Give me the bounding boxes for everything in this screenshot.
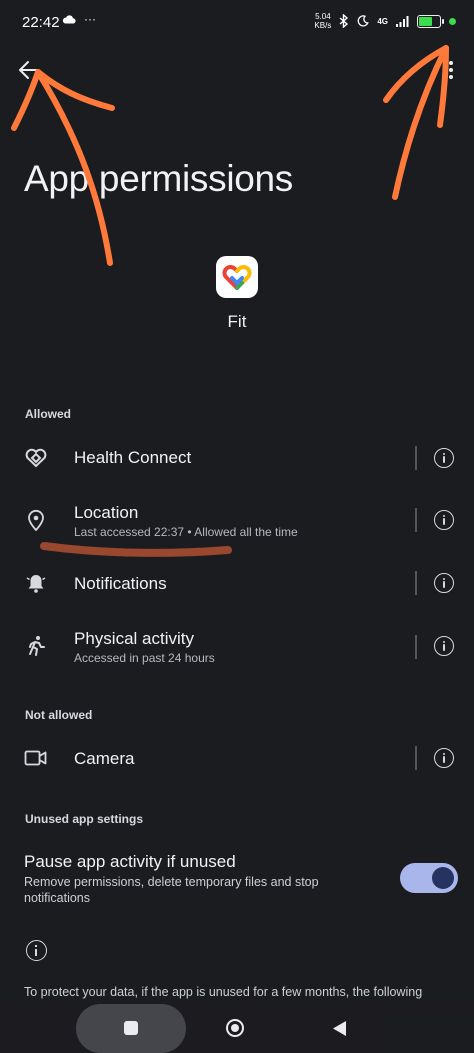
bell-icon <box>24 571 48 595</box>
row-divider <box>415 746 417 770</box>
more-options-icon[interactable] <box>447 60 455 80</box>
info-icon[interactable] <box>434 448 454 468</box>
home-circle-icon[interactable] <box>226 1019 244 1037</box>
info-icon <box>26 940 47 961</box>
toggle-knob <box>432 867 454 889</box>
redaction-mark <box>40 542 232 557</box>
permission-row-location[interactable]: Location Last accessed 22:37 • Allowed a… <box>0 500 474 546</box>
battery-icon <box>417 14 444 28</box>
permission-row-notifications[interactable]: Notifications <box>0 566 474 606</box>
fit-heart-icon <box>222 265 252 290</box>
info-icon[interactable] <box>434 510 454 530</box>
permission-subtitle: Accessed in past 24 hours <box>74 651 215 665</box>
status-time: 22:42 <box>22 14 60 31</box>
app-name: Fit <box>227 312 247 331</box>
status-left-icons: ··· <box>62 12 96 26</box>
location-pin-icon <box>24 508 48 532</box>
privacy-indicator-dot <box>449 17 456 25</box>
row-divider <box>415 635 417 659</box>
status-right-icons: 5.04 KB/s 4G <box>314 12 456 30</box>
info-icon[interactable] <box>434 573 454 593</box>
recents-square-icon[interactable] <box>124 1021 138 1035</box>
more-notifications-icon: ··· <box>84 12 96 26</box>
info-icon[interactable] <box>434 748 454 768</box>
running-figure-icon <box>24 634 48 658</box>
permission-title: Camera <box>74 749 135 768</box>
network-type: 4G <box>377 16 388 26</box>
pause-activity-title: Pause app activity if unused <box>24 852 236 871</box>
cloud-icon <box>62 15 76 24</box>
page-title: App permissions <box>24 158 294 199</box>
row-divider <box>415 446 417 470</box>
camera-icon <box>24 746 48 770</box>
pause-activity-toggle[interactable] <box>400 863 458 893</box>
back-triangle-icon[interactable] <box>331 1020 347 1037</box>
speed-value: 5.04 <box>315 12 331 21</box>
section-allowed: Allowed <box>25 407 72 421</box>
speed-unit: KB/s <box>314 21 332 30</box>
permission-row-physical-activity[interactable]: Physical activity Accessed in past 24 ho… <box>0 626 474 672</box>
permission-subtitle: Last accessed 22:37 • Allowed all the ti… <box>74 525 298 539</box>
health-connect-icon <box>24 446 48 470</box>
app-icon <box>216 256 258 298</box>
section-unused-settings: Unused app settings <box>25 812 144 826</box>
permission-title: Notifications <box>74 574 167 593</box>
section-not-allowed: Not allowed <box>25 708 93 722</box>
row-divider <box>415 571 417 595</box>
bluetooth-icon <box>339 14 349 28</box>
row-divider <box>415 508 417 532</box>
permission-title: Health Connect <box>74 448 192 467</box>
pause-activity-description: Remove permissions, delete temporary fil… <box>24 875 319 905</box>
info-icon[interactable] <box>434 636 454 656</box>
permission-title: Physical activity <box>74 629 194 648</box>
moon-icon <box>357 15 370 27</box>
protect-data-text: To protect your data, if the app is unus… <box>24 985 423 999</box>
permission-row-health-connect[interactable]: Health Connect <box>0 440 474 480</box>
network-speed: 5.04 KB/s <box>314 12 331 30</box>
permission-title: Location <box>74 503 139 522</box>
back-arrow-icon[interactable] <box>18 60 40 80</box>
signal-icon <box>396 15 409 27</box>
annotation-arrow-right <box>383 45 449 200</box>
permission-row-camera[interactable]: Camera <box>0 740 474 780</box>
